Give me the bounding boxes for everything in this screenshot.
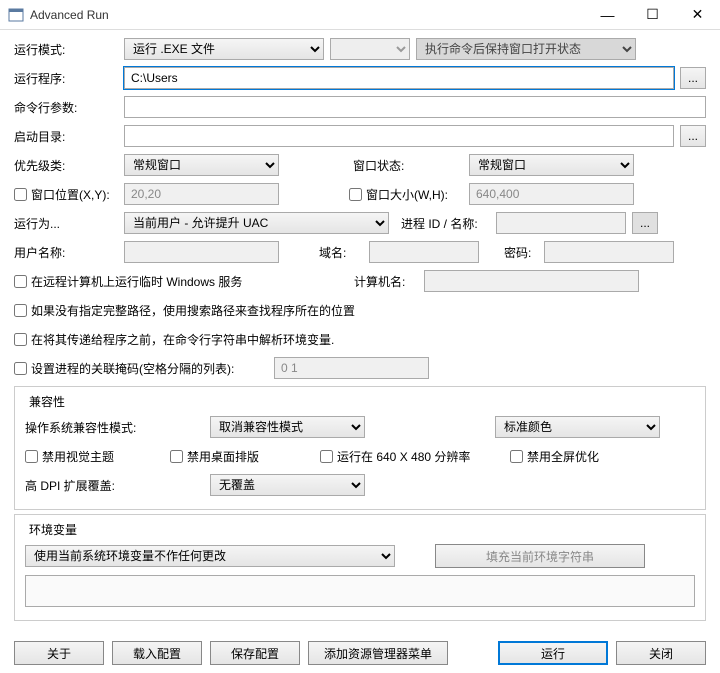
domain-input [369,241,479,263]
env-group: 环境变量 使用当前系统环境变量不作任何更改 填充当前环境字符串 [14,514,706,621]
search-path-checkbox[interactable] [14,304,27,317]
add-explorer-menu-button[interactable]: 添加资源管理器菜单 [308,641,448,665]
winpos-checkbox[interactable] [14,188,27,201]
disable-fullscreen-checkbox-label[interactable]: 禁用全屏优化 [510,448,599,465]
priority-label: 优先级类: [14,157,124,174]
parse-env-checkbox[interactable] [14,333,27,346]
disable-desktop-checkbox[interactable] [170,450,183,463]
startdir-input[interactable] [124,125,674,147]
password-input [544,241,674,263]
run640-checkbox[interactable] [320,450,333,463]
search-path-checkbox-label[interactable]: 如果没有指定完整路径，使用搜索路径来查找程序所在的位置 [14,302,355,319]
window-title: Advanced Run [30,8,585,22]
close-button[interactable]: ✕ [675,0,720,29]
remote-svc-checkbox[interactable] [14,275,27,288]
affinity-checkbox-label[interactable]: 设置进程的关联掩码(空格分隔的列表): [14,360,274,377]
disable-visual-checkbox-label[interactable]: 禁用视觉主题 [25,448,170,465]
close-dialog-button[interactable]: 关闭 [616,641,706,665]
dpi-label: 高 DPI 扩展覆盖: [25,477,210,494]
args-label: 命令行参数: [14,99,124,116]
domain-label: 域名: [319,244,369,261]
runas-select[interactable]: 当前用户 - 允许提升 UAC [124,212,389,234]
username-input [124,241,279,263]
pidname-browse-button[interactable]: ... [632,212,658,234]
winsize-checkbox-label[interactable]: 窗口大小(W,H): [349,186,469,203]
program-input[interactable] [124,67,674,89]
computer-input [424,270,639,292]
program-label: 运行程序: [14,70,124,87]
env-group-title: 环境变量 [25,521,81,538]
winsize-input [469,183,634,205]
pidname-label: 进程 ID / 名称: [401,215,496,232]
remote-svc-checkbox-label[interactable]: 在远程计算机上运行临时 Windows 服务 [14,273,354,290]
winpos-checkbox-label[interactable]: 窗口位置(X,Y): [14,186,124,203]
maximize-button[interactable]: ☐ [630,0,675,29]
save-config-button[interactable]: 保存配置 [210,641,300,665]
run-button[interactable]: 运行 [498,641,608,665]
startdir-browse-button[interactable]: ... [680,125,706,147]
compat-mode-select[interactable]: 取消兼容性模式 [210,416,365,438]
args-input[interactable] [124,96,706,118]
after-exec-select[interactable]: 执行命令后保持窗口打开状态 [416,38,636,60]
computer-label: 计算机名: [354,273,424,290]
winstate-select[interactable]: 常规窗口 [469,154,634,176]
priority-select[interactable]: 常规窗口 [124,154,279,176]
run640-checkbox-label[interactable]: 运行在 640 X 480 分辨率 [320,448,510,465]
winsize-checkbox[interactable] [349,188,362,201]
compat-mode-label: 操作系统兼容性模式: [25,419,210,436]
run-mode-label: 运行模式: [14,41,124,58]
disable-visual-checkbox[interactable] [25,450,38,463]
affinity-checkbox[interactable] [14,362,27,375]
parse-env-checkbox-label[interactable]: 在将其传递给程序之前，在命令行字符串中解析环境变量. [14,331,334,348]
secondary-mode-select[interactable] [330,38,410,60]
load-config-button[interactable]: 载入配置 [112,641,202,665]
compat-group: 兼容性 操作系统兼容性模式: 取消兼容性模式 标准颜色 禁用视觉主题 禁用桌面排… [14,386,706,510]
minimize-button[interactable]: — [585,0,630,29]
env-textarea [25,575,695,607]
app-icon [8,7,24,23]
compat-group-title: 兼容性 [25,393,69,410]
winpos-input [124,183,279,205]
affinity-input [274,357,429,379]
password-label: 密码: [504,244,544,261]
about-button[interactable]: 关于 [14,641,104,665]
run-mode-select[interactable]: 运行 .EXE 文件 [124,38,324,60]
startdir-label: 启动目录: [14,128,124,145]
pidname-input [496,212,626,234]
dpi-select[interactable]: 无覆盖 [210,474,365,496]
winstate-label: 窗口状态: [349,157,469,174]
runas-label: 运行为... [14,215,124,232]
disable-fullscreen-checkbox[interactable] [510,450,523,463]
program-browse-button[interactable]: ... [680,67,706,89]
fill-env-button[interactable]: 填充当前环境字符串 [435,544,645,568]
env-mode-select[interactable]: 使用当前系统环境变量不作任何更改 [25,545,395,567]
disable-desktop-checkbox-label[interactable]: 禁用桌面排版 [170,448,320,465]
compat-color-select[interactable]: 标准颜色 [495,416,660,438]
username-label: 用户名称: [14,244,124,261]
